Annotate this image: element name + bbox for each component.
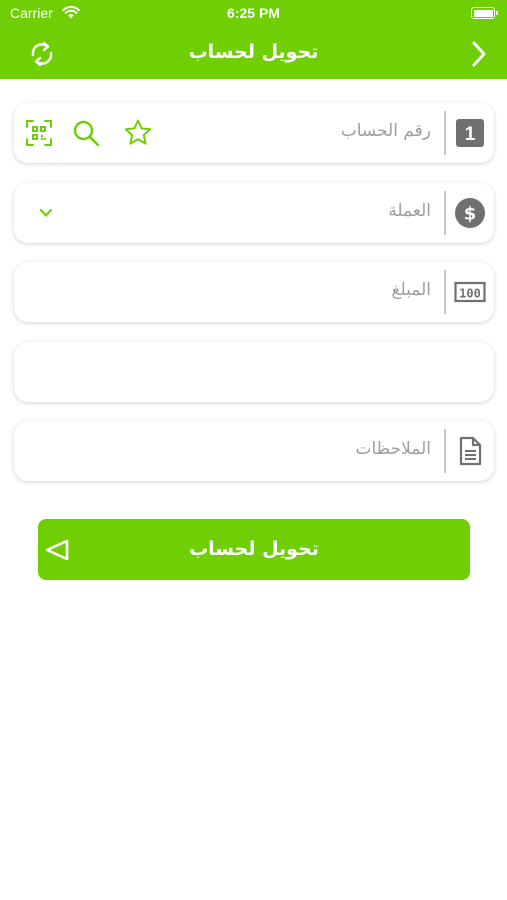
text-field[interactable] (14, 342, 494, 402)
number-badge-icon: 1 (456, 119, 484, 147)
currency-placeholder: العملة (388, 201, 431, 221)
amount-placeholder: المبلغ (391, 280, 431, 300)
status-bar: Carrier 6:25 PM (0, 0, 507, 28)
currency-select[interactable]: العملة $ (14, 183, 494, 243)
chevron-down-icon[interactable] (38, 205, 54, 221)
field-divider (444, 270, 446, 314)
notes-field[interactable]: الملاحظات (14, 421, 494, 481)
chevron-right-icon[interactable] (466, 40, 492, 68)
transfer-button-label: تحويل لحساب (189, 538, 319, 560)
transfer-button[interactable]: تحويل لحساب (38, 519, 470, 580)
dollar-symbol: $ (464, 204, 477, 225)
banknote-icon: 100 (454, 281, 486, 303)
app-header: Carrier 6:25 PM تحويل لحساب (0, 0, 507, 79)
qr-scan-icon[interactable] (24, 118, 54, 148)
dollar-icon: $ (455, 198, 485, 228)
field-divider (444, 191, 446, 235)
banknote-value: 100 (459, 287, 481, 301)
document-icon (459, 436, 482, 466)
field-divider (444, 111, 446, 155)
status-time: 6:25 PM (227, 5, 280, 21)
account-number-field[interactable]: رقم الحساب 1 (14, 103, 494, 163)
star-icon[interactable] (123, 118, 153, 148)
page-title: تحويل لحساب (188, 41, 319, 63)
search-icon[interactable] (71, 118, 101, 148)
field-divider (444, 429, 446, 473)
account-number-placeholder: رقم الحساب (340, 121, 431, 141)
number-badge-text: 1 (465, 124, 476, 145)
amount-field[interactable]: المبلغ 100 (14, 262, 494, 322)
battery-icon (471, 7, 498, 19)
notes-placeholder: الملاحظات (355, 439, 431, 459)
